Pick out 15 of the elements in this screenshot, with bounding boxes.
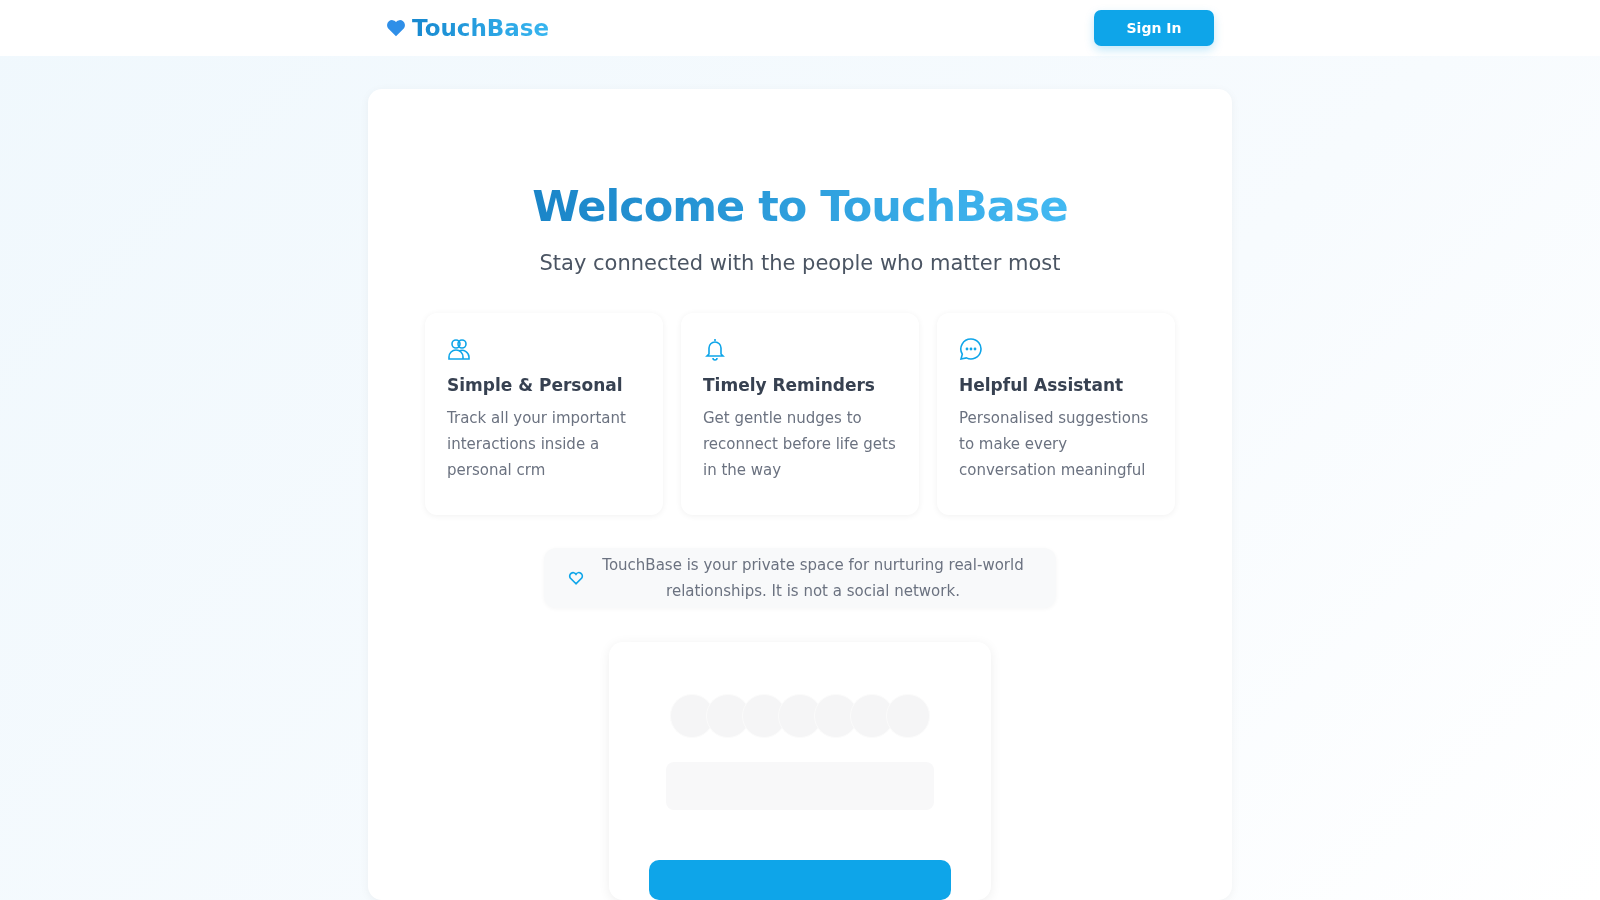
feature-title: Simple & Personal bbox=[447, 375, 624, 395]
bell-icon bbox=[703, 337, 727, 361]
feature-description: Personalised suggestions to make every conversation meaningful bbox=[959, 408, 1150, 481]
sign-in-button[interactable]: Sign In bbox=[1094, 10, 1214, 46]
feature-title: Timely Reminders bbox=[703, 375, 876, 395]
heart-outline-icon bbox=[568, 571, 584, 585]
loading-button-skeleton[interactable] bbox=[649, 860, 951, 900]
people-icon bbox=[447, 337, 471, 361]
heart-icon bbox=[386, 19, 406, 37]
notice-text: TouchBase is your private space for nurturing real-world relationships. It is not a social network. bbox=[601, 555, 1025, 602]
chat-bubble-icon bbox=[959, 337, 983, 361]
feature-title: Helpful Assistant bbox=[959, 375, 1125, 395]
feature-description: Get gentle nudges to reconnect before life gets in the way bbox=[703, 408, 897, 481]
feature-description: Track all your important interactions inside a personal crm bbox=[447, 408, 627, 481]
tagline: Stay connected with the people who matter most bbox=[539, 251, 1061, 275]
